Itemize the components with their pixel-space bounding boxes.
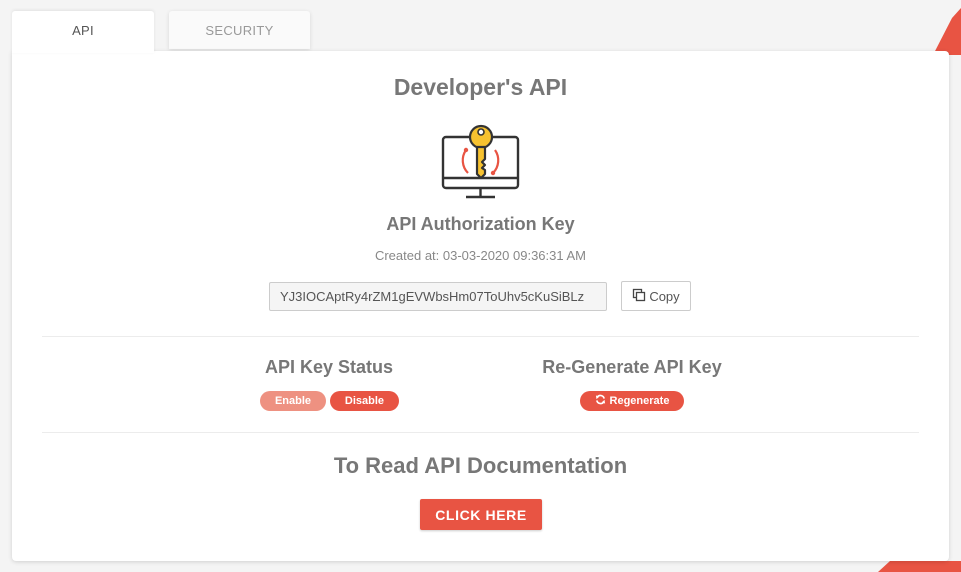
page-title: Developer's API [393, 74, 568, 100]
disable-label: Disable [344, 395, 385, 407]
api-key-field[interactable] [269, 282, 607, 311]
key-section-title: API Authorization Key [386, 214, 575, 234]
regenerate-button[interactable]: Regenerate [580, 391, 684, 411]
tab-api-label: API [72, 23, 94, 38]
copy-label: Copy [649, 288, 680, 304]
disable-button[interactable]: Disable [330, 391, 399, 411]
tab-security[interactable]: SECURITY [169, 11, 310, 49]
api-panel: Developer's API API Authorization Key Cr… [12, 51, 949, 561]
created-at-text: Created at: 03-03-2020 09:36:31 AM [374, 248, 587, 263]
tab-api[interactable]: API [12, 11, 154, 53]
enable-label: Enable [274, 395, 312, 407]
copy-icon [632, 288, 646, 305]
divider [42, 432, 919, 433]
enable-button[interactable]: Enable [260, 391, 326, 411]
status-title: API Key Status [264, 357, 394, 377]
monitor-key-icon [438, 120, 522, 204]
regenerate-title: Re-Generate API Key [542, 357, 722, 377]
refresh-icon [595, 394, 606, 408]
copy-button[interactable]: Copy [621, 281, 691, 311]
docs-title: To Read API Documentation [333, 453, 628, 478]
regenerate-label: Regenerate [609, 395, 670, 407]
divider [42, 336, 919, 337]
tab-security-label: SECURITY [205, 23, 274, 38]
docs-button[interactable]: CLICK HERE [420, 499, 542, 530]
